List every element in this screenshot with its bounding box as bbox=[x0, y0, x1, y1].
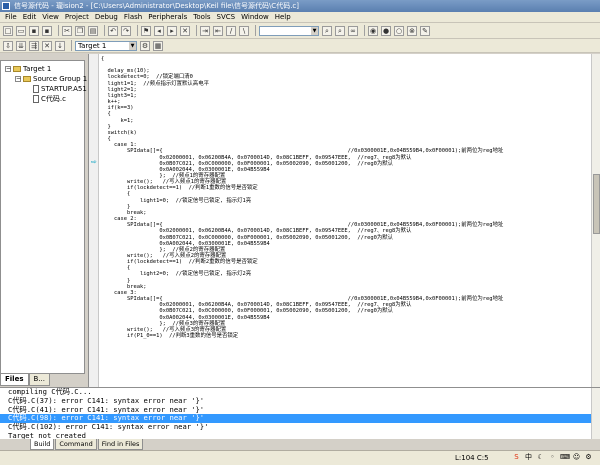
tree-file-label: C代码.c bbox=[41, 95, 66, 103]
chevron-down-icon: ▼ bbox=[311, 26, 318, 35]
stop-build-icon[interactable]: ✕ bbox=[42, 40, 52, 51]
uncomment-icon[interactable]: \ bbox=[239, 25, 249, 36]
tree-file[interactable]: STARTUP.A51 bbox=[33, 84, 87, 94]
asm-file-icon bbox=[33, 85, 39, 93]
editor-scrollbar[interactable] bbox=[591, 54, 600, 387]
cut-icon[interactable]: ✂ bbox=[62, 25, 72, 36]
tab-files[interactable]: Files bbox=[0, 374, 29, 386]
open-folder-icon[interactable]: ▭ bbox=[16, 25, 26, 36]
config-icon[interactable]: ✎ bbox=[420, 25, 430, 36]
output-tabs: Build Command Find in Files bbox=[0, 439, 600, 450]
breakpoint-icon[interactable]: ● bbox=[381, 25, 391, 36]
current-line-arrow-icon: ⇨ bbox=[91, 158, 97, 166]
menu-view[interactable]: View bbox=[39, 12, 62, 23]
file-extensions-icon[interactable]: ▦ bbox=[153, 40, 163, 51]
chevron-down-icon: ▼ bbox=[129, 41, 136, 50]
menu-tools[interactable]: Tools bbox=[190, 12, 213, 23]
menu-help[interactable]: Help bbox=[272, 12, 294, 23]
copy-icon[interactable]: ❐ bbox=[75, 25, 85, 36]
menu-edit[interactable]: Edit bbox=[20, 12, 40, 23]
cursor-position: L:104 C:5 bbox=[455, 454, 489, 462]
menu-bar: File Edit View Project Debug Flash Perip… bbox=[0, 12, 600, 23]
find-in-files-icon[interactable]: ⌕ bbox=[335, 25, 345, 36]
paste-icon[interactable]: ▤ bbox=[88, 25, 98, 36]
download-icon[interactable]: ↓ bbox=[55, 40, 65, 51]
group-folder-icon bbox=[23, 76, 31, 82]
disable-breakpoint-icon[interactable]: ○ bbox=[394, 25, 404, 36]
target-select-value: Target 1 bbox=[78, 41, 107, 50]
find-icon[interactable]: ⌕ bbox=[322, 25, 332, 36]
workspace-tabs: Files B... bbox=[0, 374, 85, 386]
bookmark-icon[interactable]: ⚑ bbox=[141, 25, 151, 36]
tab-command[interactable]: Command bbox=[55, 439, 97, 450]
tab-build[interactable]: Build bbox=[30, 439, 55, 450]
clear-bookmark-icon[interactable]: ✕ bbox=[180, 25, 190, 36]
unindent-icon[interactable]: ⇤ bbox=[213, 25, 223, 36]
code-editor[interactable]: ⇨ { delay_ms(10); lockdetect=0; //锁定端口清0… bbox=[88, 54, 600, 387]
rebuild-icon[interactable]: ⇶ bbox=[29, 40, 39, 51]
kill-breakpoints-icon[interactable]: ⊗ bbox=[407, 25, 417, 36]
tree-group-label: Source Group 1 bbox=[33, 75, 88, 83]
main-toolbar: □ ▭ ▪ ▪ ✂ ❐ ▤ ↶ ↷ ⚑ ◂ ▸ ✕ ⇥ ⇤ / \ ▼ ⌕ ⌕ … bbox=[0, 23, 600, 39]
target-folder-icon bbox=[13, 66, 21, 72]
indent-icon[interactable]: ⇥ bbox=[200, 25, 210, 36]
target-options-icon[interactable]: ⚙ bbox=[140, 40, 150, 51]
tab-books[interactable]: B... bbox=[28, 374, 50, 386]
target-select[interactable]: Target 1 ▼ bbox=[75, 40, 137, 51]
build-output[interactable]: compiling C代码.C... C代码.C(37): error C141… bbox=[0, 387, 600, 440]
undo-icon[interactable]: ↶ bbox=[108, 25, 118, 36]
keyboard-icon[interactable]: ⌨ bbox=[560, 453, 570, 462]
c-file-icon bbox=[33, 95, 39, 103]
menu-peripherals[interactable]: Peripherals bbox=[145, 12, 190, 23]
save-all-icon[interactable]: ▪ bbox=[42, 25, 52, 36]
ime-logo-icon[interactable]: S bbox=[512, 453, 521, 462]
tab-find-in-files[interactable]: Find in Files bbox=[97, 439, 144, 450]
settings-icon[interactable]: ⚙ bbox=[584, 453, 593, 462]
find-combo[interactable]: ▼ bbox=[259, 25, 319, 36]
binoculars-icon[interactable]: ∞ bbox=[348, 25, 358, 36]
menu-file[interactable]: File bbox=[2, 12, 20, 23]
new-file-icon[interactable]: □ bbox=[3, 25, 13, 36]
project-workspace: − Target 1 − Source Group 1 STARTUP.A51 … bbox=[0, 60, 87, 374]
menu-project[interactable]: Project bbox=[62, 12, 92, 23]
save-icon[interactable]: ▪ bbox=[29, 25, 39, 36]
menu-svcs[interactable]: SVCS bbox=[214, 12, 239, 23]
tree-target[interactable]: − Target 1 bbox=[5, 64, 51, 74]
next-bookmark-icon[interactable]: ▸ bbox=[167, 25, 177, 36]
compile-icon[interactable]: ⇩ bbox=[3, 40, 13, 51]
comment-icon[interactable]: / bbox=[226, 25, 236, 36]
editor-gutter: ⇨ bbox=[89, 54, 99, 387]
tree-file-label: STARTUP.A51 bbox=[41, 85, 87, 93]
user-icon[interactable]: ☺ bbox=[572, 453, 581, 462]
tree-group[interactable]: − Source Group 1 bbox=[15, 74, 87, 84]
ime-lang-icon[interactable]: 中 bbox=[524, 453, 533, 462]
tray-icons: S 中 ☾ ◦ ⌨ ☺ ⚙ bbox=[512, 453, 596, 462]
menu-window[interactable]: Window bbox=[238, 12, 272, 23]
tree-file[interactable]: C代码.c bbox=[33, 94, 66, 104]
collapse-icon[interactable]: − bbox=[15, 76, 21, 82]
title-bar: 信号源代码 - 瓏ision2 - [C:\Users\Administrato… bbox=[0, 0, 600, 12]
prev-bookmark-icon[interactable]: ◂ bbox=[154, 25, 164, 36]
debug-icon[interactable]: ◉ bbox=[368, 25, 378, 36]
scrollbar-thumb[interactable] bbox=[593, 174, 600, 234]
ime-punct-icon[interactable]: ◦ bbox=[548, 453, 557, 462]
ime-mode-icon[interactable]: ☾ bbox=[536, 453, 545, 462]
source-code[interactable]: { delay_ms(10); lockdetect=0; //锁定端口清0 l… bbox=[101, 56, 503, 339]
tree-target-label: Target 1 bbox=[23, 65, 52, 73]
redo-icon[interactable]: ↷ bbox=[121, 25, 131, 36]
build-toolbar: ⇩ ⇊ ⇶ ✕ ↓ Target 1 ▼ ⚙ ▦ bbox=[0, 39, 600, 53]
menu-flash[interactable]: Flash bbox=[121, 12, 145, 23]
menu-debug[interactable]: Debug bbox=[92, 12, 121, 23]
output-line[interactable]: C代码.C(102): error C141: syntax error nea… bbox=[0, 422, 600, 432]
collapse-icon[interactable]: − bbox=[5, 66, 11, 72]
output-scrollbar[interactable] bbox=[591, 388, 600, 440]
build-icon[interactable]: ⇊ bbox=[16, 40, 26, 51]
status-bar: L:104 C:5 S 中 ☾ ◦ ⌨ ☺ ⚙ bbox=[0, 450, 600, 465]
window-title: 信号源代码 - 瓏ision2 - [C:\Users\Administrato… bbox=[14, 2, 299, 10]
app-icon bbox=[2, 2, 10, 10]
